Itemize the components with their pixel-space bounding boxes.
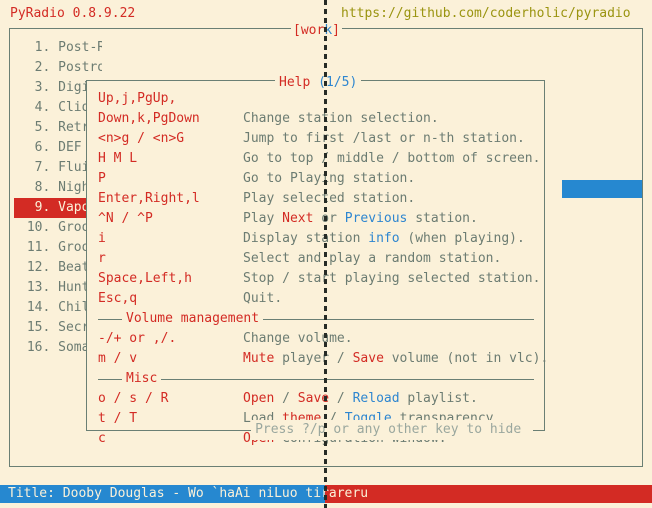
playlist-title-close-bracket: ] bbox=[332, 23, 340, 38]
help-entry-description: Go to Playing station. bbox=[243, 171, 416, 186]
project-url: https://github.com/coderholic/pyradio bbox=[341, 6, 631, 21]
help-window: Up,j,PgUp, Down,k,PgDown Change station se… bbox=[86, 80, 548, 446]
help-section-separator: Misc bbox=[87, 369, 544, 389]
help-entry: P Go to Playing station. bbox=[87, 169, 544, 189]
pyradio-terminal-screen: PyRadio 0.8.9.22 https://github.com/code… bbox=[0, 0, 652, 508]
help-entry: ^N / ^P Play Next or Previous station. bbox=[87, 209, 544, 229]
help-entry-description: Change volume. bbox=[243, 331, 353, 346]
help-accent-word: info bbox=[368, 231, 400, 246]
help-entry: o / s / R Open / Save / Reload playlist. bbox=[87, 389, 544, 409]
help-entry-key: o / s / R bbox=[98, 391, 169, 406]
help-entry-description: Open / Save / Reload playlist. bbox=[243, 391, 478, 406]
volume-indicator-bar bbox=[562, 180, 642, 198]
help-accent-word: Save bbox=[352, 351, 384, 366]
help-entry: m / v Mute player / Save volume (not in v… bbox=[87, 349, 548, 369]
help-entry-key: i bbox=[98, 231, 106, 246]
help-entry: Enter,Right,l Play selected station. bbox=[87, 189, 544, 209]
help-entry: Down,k,PgDown Change station selection. bbox=[87, 109, 544, 129]
help-entry: H M L Go to top / middle / bottom of scre… bbox=[87, 149, 544, 169]
help-entry-key: Space,Left,h bbox=[98, 271, 192, 286]
help-section-separator: Volume management bbox=[87, 309, 544, 329]
help-accent-word: Previous bbox=[344, 211, 408, 226]
help-entry: -/+ or ,/. Change volume. bbox=[87, 329, 544, 349]
help-entry-key: Esc,q bbox=[98, 291, 138, 306]
help-entry: Esc,q Quit. bbox=[87, 289, 544, 309]
help-separator-rule bbox=[98, 379, 534, 380]
help-footer: Press ?/p or any other key to hide bbox=[87, 420, 544, 440]
help-accent-word: Open bbox=[243, 391, 275, 406]
now-playing-title: Title: Dooby Douglas - Wo `haAi niLuo ti… bbox=[8, 486, 369, 501]
help-entry-description: Quit. bbox=[243, 291, 283, 306]
station-list-item[interactable]: 1. Post-Radio bbox=[14, 38, 102, 58]
help-hide-hint: Press ?/p or any other key to hide bbox=[251, 420, 533, 440]
help-entry-key: Up,j,PgUp, bbox=[98, 91, 177, 106]
help-accent-word: Next bbox=[282, 211, 314, 226]
mouse-cursor-line bbox=[324, 0, 327, 508]
playlist-title-text: wor bbox=[300, 23, 325, 38]
help-entry-key: m / v bbox=[98, 351, 138, 366]
help-entry-description: Stop / start playing selected station. bbox=[243, 271, 541, 286]
help-entry: r Select and play a random station. bbox=[87, 249, 544, 269]
help-entry-description: Play Next or Previous station. bbox=[243, 211, 478, 226]
station-list-item[interactable]: 2. Postrocks.me bbox=[14, 58, 102, 78]
playlist-title-open-bracket: [ bbox=[293, 23, 301, 38]
help-entry-description: Play selected station. bbox=[243, 191, 416, 206]
help-entry-key: P bbox=[98, 171, 106, 186]
help-entry-key: H M L bbox=[98, 151, 138, 166]
help-accent-word: Reload bbox=[352, 391, 400, 406]
help-entry-key: r bbox=[98, 251, 106, 266]
help-entry: Space,Left,h Stop / start playing selecte… bbox=[87, 269, 544, 289]
playlist-frame-title: [work] bbox=[291, 21, 342, 41]
help-entry-description: Change station selection. bbox=[243, 111, 439, 126]
help-accent-word: Mute bbox=[243, 351, 275, 366]
help-content: Up,j,PgUp, Down,k,PgDown Change station se… bbox=[87, 89, 548, 449]
help-entry-key: ^N / ^P bbox=[98, 211, 153, 226]
help-section-label: Misc bbox=[122, 371, 162, 386]
help-entry-key: -/+ or ,/. bbox=[98, 331, 177, 346]
help-title-label: Help bbox=[279, 75, 319, 90]
help-entry: i Display station info (when playing). bbox=[87, 229, 544, 249]
help-entry-key: Down,k,PgDown bbox=[98, 111, 200, 126]
help-entry-key: Enter,Right,l bbox=[98, 191, 200, 206]
app-title: PyRadio 0.8.9.22 bbox=[10, 6, 136, 21]
help-entry-key: <n>g / <n>G bbox=[98, 131, 185, 146]
help-entry-description: Go to top / middle / bottom of screen. bbox=[243, 151, 541, 166]
help-entry: <n>g / <n>G Jump to first /last or n-th s… bbox=[87, 129, 544, 149]
help-entry-description: Display station info (when playing). bbox=[243, 231, 525, 246]
help-entry-description: Select and play a random station. bbox=[243, 251, 502, 266]
help-entry-description: Mute player / Save volume (not in vlc). bbox=[243, 351, 549, 366]
help-section-label: Volume management bbox=[122, 311, 264, 326]
help-window-title: Help (1/5) bbox=[275, 73, 362, 93]
help-entry-description: Jump to first /last or n-th station. bbox=[243, 131, 525, 146]
